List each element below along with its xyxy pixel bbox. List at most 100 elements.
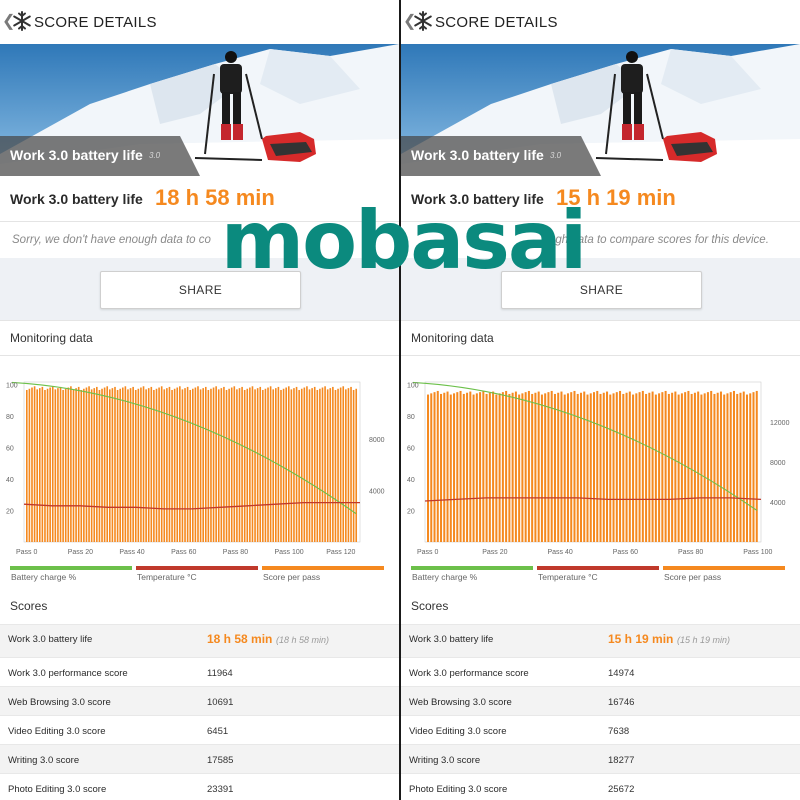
score-bar <box>204 386 207 542</box>
score-bar <box>311 388 313 542</box>
score-details-panel-left: ❮ SCORE DETAILS Work 3.0 battery life 3.… <box>0 0 399 800</box>
score-bar <box>116 389 119 542</box>
score-bar <box>313 386 316 542</box>
score-row: Photo Editing 3.0 score 25672 <box>401 773 800 800</box>
score-value: 15 h 19 min <box>608 632 674 646</box>
score-bar <box>31 387 33 542</box>
monitoring-title: Monitoring data <box>10 331 93 345</box>
score-bar <box>28 388 31 542</box>
score-bar <box>303 387 306 542</box>
y-axis-right-tick: 8000 <box>770 460 786 467</box>
score-bar <box>518 394 521 542</box>
score-row: Writing 3.0 score 17585 <box>0 744 399 774</box>
score-bar <box>223 386 225 542</box>
score-bar <box>275 388 277 542</box>
score-bar <box>241 386 243 542</box>
score-bar <box>49 387 51 542</box>
score-bar <box>70 386 72 542</box>
x-axis-tick: Pass 20 <box>482 549 507 556</box>
score-bar <box>295 386 298 542</box>
score-name: Photo Editing 3.0 score <box>409 784 508 795</box>
x-axis-tick: Pass 60 <box>171 549 196 556</box>
score-bar <box>521 393 524 542</box>
x-axis-tick: Pass 100 <box>275 549 304 556</box>
legend-temperature-label: Temperature °C <box>137 572 197 582</box>
score-bar <box>46 388 49 542</box>
score-bar <box>324 386 326 542</box>
score-details-panel-right: ❮ SCORE DETAILS Work 3.0 battery life 3.… <box>401 0 800 800</box>
score-bar <box>628 391 631 542</box>
score-bar <box>579 392 582 542</box>
legend-battery-label: Battery charge % <box>412 572 478 582</box>
score-bar <box>337 388 339 542</box>
monitoring-chart: 100 80 60 40 20 12000 8000 4000 Pass 0 Pass 20 Pas… <box>407 381 790 556</box>
score-bar <box>553 393 556 542</box>
score-bar <box>589 393 592 542</box>
score-bar <box>599 393 602 542</box>
legend-score: Score per pass <box>663 566 785 586</box>
score-bar <box>26 389 28 542</box>
score-bar <box>713 393 716 542</box>
score-bar <box>427 394 430 542</box>
score-bar <box>251 386 254 542</box>
score-bar <box>505 390 508 542</box>
score-value: 23391 <box>207 784 234 795</box>
score-bar <box>332 386 334 542</box>
score-bar <box>658 393 661 542</box>
score-bar <box>290 389 293 542</box>
score-bar <box>674 391 677 542</box>
score-bar <box>534 392 537 542</box>
score-row: Work 3.0 performance score 14974 <box>401 657 800 687</box>
score-bar <box>345 389 347 542</box>
y-axis-left-tick: 20 <box>6 509 14 516</box>
score-sub-value: (18 h 58 min) <box>276 635 330 645</box>
score-value: 7638 <box>608 726 630 737</box>
score-bar <box>197 386 199 542</box>
score-bar <box>697 391 700 542</box>
x-axis-tick: Pass 0 <box>16 549 38 556</box>
score-bar <box>85 387 88 542</box>
snowflake-icon <box>414 11 432 31</box>
score-bar <box>176 387 179 542</box>
score-bar <box>142 386 145 542</box>
score-bar <box>319 388 321 542</box>
legend-battery: Battery charge % <box>411 566 533 586</box>
score-bar <box>59 386 62 542</box>
score-bar <box>612 393 615 542</box>
score-bar <box>145 389 147 542</box>
score-bar <box>501 392 504 542</box>
score-bar <box>269 386 272 542</box>
score-bar <box>466 392 469 542</box>
score-bar <box>739 392 742 542</box>
score-bar <box>573 390 576 542</box>
legend-battery: Battery charge % <box>10 566 132 586</box>
score-bar <box>638 392 641 542</box>
legend-temperature-label: Temperature °C <box>538 572 598 582</box>
score-bar <box>202 388 204 542</box>
score-bar <box>230 387 233 542</box>
score-name: Web Browsing 3.0 score <box>409 697 512 708</box>
score-bar <box>749 393 752 542</box>
score-bar <box>703 393 706 542</box>
score-bar <box>527 390 530 542</box>
score-value: 11964 <box>207 668 233 679</box>
score-bar <box>254 389 256 542</box>
score-bar <box>54 389 57 542</box>
score-value: 14974 <box>608 668 635 679</box>
x-axis-tick: Pass 100 <box>743 549 772 556</box>
score-bar <box>109 389 111 542</box>
score-bar <box>83 388 85 542</box>
score-bar <box>693 392 696 542</box>
score-row: Web Browsing 3.0 score 10691 <box>0 686 399 716</box>
score-bar <box>472 394 475 542</box>
score-bar <box>207 389 210 542</box>
y-axis-left-tick: 100 <box>407 382 419 389</box>
score-bar <box>184 388 186 542</box>
y-axis-left-tick: 40 <box>407 477 415 484</box>
score-bar <box>732 390 735 542</box>
score-bar <box>285 387 287 542</box>
score-bar <box>166 388 168 542</box>
x-axis-tick: Pass 80 <box>223 549 248 556</box>
score-bar <box>609 394 612 542</box>
score-bar <box>282 388 285 542</box>
